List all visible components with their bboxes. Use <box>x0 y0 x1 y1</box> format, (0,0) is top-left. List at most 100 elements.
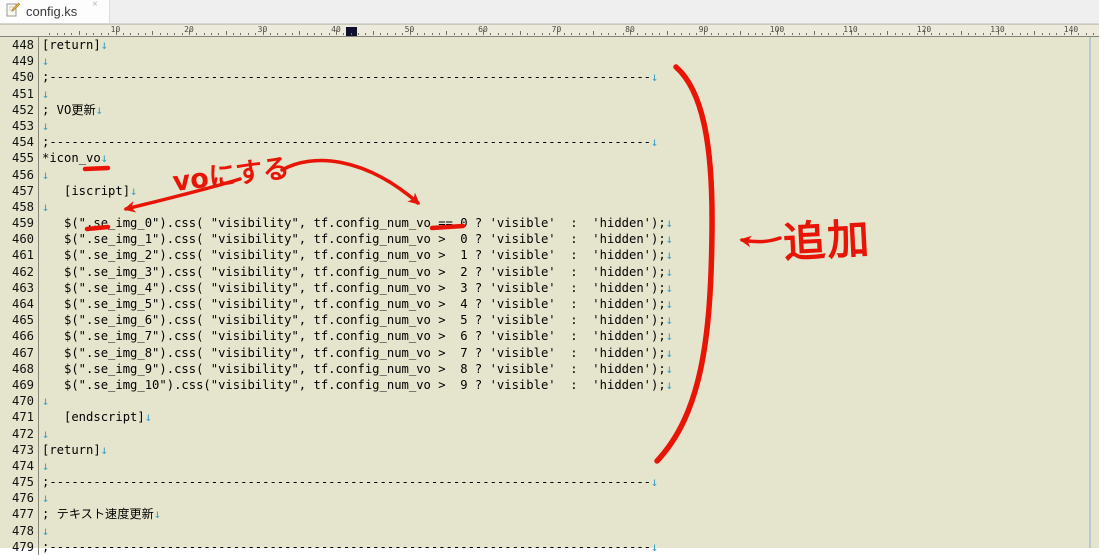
line-number: 473 <box>0 441 39 458</box>
code-line[interactable]: 450 ;------------------------------------… <box>0 69 1099 86</box>
code-line[interactable]: 448 [return] ↓ <box>0 37 1099 54</box>
code-text: $(".se_img_6").css( "visibility", tf.con… <box>42 313 666 328</box>
code-line[interactable]: 469 $(".se_img_10").css("visibility", tf… <box>0 376 1099 394</box>
ruler-tick <box>578 33 580 35</box>
code-line[interactable]: 466 $(".se_img_7").css( "visibility", tf… <box>0 328 1099 345</box>
ruler-tick <box>1034 31 1036 35</box>
code-line[interactable]: 452; VO更新 ↓ <box>0 101 1099 118</box>
code-text: $(".se_img_0").css( "visibility", tf.con… <box>42 216 666 231</box>
code-line[interactable]: 465 $(".se_img_6").css( "visibility", tf… <box>0 312 1099 329</box>
line-number: 465 <box>0 312 39 329</box>
code-line[interactable]: 474 ↓ <box>0 457 1099 475</box>
tab-close-icon[interactable]: × <box>92 0 98 10</box>
line-break-icon: ↓ <box>42 86 50 101</box>
ruler-tick <box>872 33 874 35</box>
ruler-tick <box>166 33 168 35</box>
code-line[interactable]: 479 ;------------------------------------… <box>0 538 1099 555</box>
code-line[interactable]: 464 $(".se_img_5").css( "visibility", tf… <box>0 296 1099 313</box>
ruler-tick <box>468 33 470 35</box>
ruler-tick <box>659 33 661 35</box>
code-line[interactable]: 451 ↓ <box>0 85 1099 102</box>
ruler-tick <box>78 31 80 35</box>
line-break-icon: ↓ <box>651 475 659 490</box>
ruler-tick <box>1041 33 1043 35</box>
ruler-tick <box>108 33 110 35</box>
code-line[interactable]: 449 ↓ <box>0 53 1099 70</box>
ruler-tick <box>857 33 859 35</box>
code-line[interactable]: 472 ↓ <box>0 425 1099 442</box>
code-text: $(".se_img_2").css( "visibility", tf.con… <box>42 248 666 263</box>
editor-area[interactable]: 448 [return] ↓ 449 ↓ 450 ;--------------------… <box>0 37 1099 555</box>
tab-config-ks[interactable]: config.ks × <box>0 0 110 23</box>
code-line[interactable]: 461 $(".se_img_2").css( "visibility", tf… <box>0 247 1099 264</box>
line-number: 463 <box>0 279 39 296</box>
line-break-icon: ↓ <box>665 264 674 279</box>
ruler-tick <box>1085 33 1087 35</box>
ruler-tick <box>1012 33 1014 35</box>
ruler-label: 100 <box>769 25 785 34</box>
ruler-tick <box>563 33 565 35</box>
line-number: 453 <box>0 117 39 135</box>
line-break-icon: ↓ <box>144 410 153 425</box>
line-break-icon: ↓ <box>665 329 674 344</box>
code-line[interactable]: 473 [return] ↓ <box>0 441 1099 458</box>
ruler-tick <box>255 33 257 35</box>
code-line[interactable]: 458 ↓ <box>0 198 1099 216</box>
line-break-icon: ↓ <box>665 216 674 231</box>
line-break-icon: ↓ <box>42 458 50 473</box>
ruler-tick <box>93 33 95 35</box>
code-line[interactable]: 470 ↓ <box>0 393 1099 410</box>
code-text: ;---------------------------------------… <box>42 70 652 85</box>
code-line[interactable]: 463 $(".se_img_4").css( "visibility", tf… <box>0 279 1099 296</box>
code-line[interactable]: 475 ;------------------------------------… <box>0 474 1099 491</box>
line-break-icon: ↓ <box>665 232 674 247</box>
ruler-tick <box>56 33 58 35</box>
ruler-tick <box>372 31 374 35</box>
line-break-icon: ↓ <box>42 199 50 214</box>
code-line[interactable]: 459 $(".se_img_0").css( "visibility", tf… <box>0 215 1099 232</box>
ruler-tick <box>813 31 815 35</box>
code-line[interactable]: 456 ↓ <box>0 166 1099 183</box>
tab-label: config.ks <box>26 4 78 19</box>
ruler-tick <box>865 33 867 35</box>
code-line[interactable]: 471 [endscript] ↓ <box>0 409 1099 426</box>
ruler-tick <box>835 33 837 35</box>
ruler-tick <box>152 31 154 35</box>
code-line[interactable]: 455 *icon_vo ↓ <box>0 150 1099 167</box>
ruler-label: 50 <box>404 25 415 34</box>
code-line[interactable]: 467 $(".se_img_8").css( "visibility", tf… <box>0 344 1099 361</box>
ruler-tick <box>909 33 911 35</box>
code-text: $(".se_img_4").css( "visibility", tf.con… <box>42 280 666 295</box>
code-line[interactable]: 468 $(".se_img_9").css( "visibility", tf… <box>0 360 1099 377</box>
ruler-label: 10 <box>110 25 121 34</box>
ruler-tick <box>211 33 213 35</box>
line-number: 456 <box>0 166 39 183</box>
line-number: 475 <box>0 474 39 491</box>
ruler-tick <box>710 33 712 35</box>
line-break-icon: ↓ <box>42 394 50 409</box>
code-line[interactable]: 457 [iscript] ↓ <box>0 182 1099 199</box>
code-line[interactable]: 476 ↓ <box>0 490 1099 507</box>
code-line[interactable]: 477; テキスト速度更新 ↓ <box>0 506 1099 523</box>
ruler-tick <box>343 33 345 35</box>
code-line[interactable]: 462 $(".se_img_3").css( "visibility", tf… <box>0 263 1099 280</box>
line-break-icon: ↓ <box>153 507 162 522</box>
line-break-icon: ↓ <box>42 118 50 133</box>
code-text: ; VO更新 <box>42 102 96 117</box>
line-number: 451 <box>0 85 39 102</box>
code-line[interactable]: 478 ↓ <box>0 522 1099 539</box>
ruler-tick <box>968 33 970 35</box>
line-number: 470 <box>0 393 39 410</box>
ruler-tick <box>637 33 639 35</box>
ruler-tick <box>181 33 183 35</box>
ruler-tick <box>799 33 801 35</box>
ruler-tick <box>960 31 962 35</box>
code-line[interactable]: 454 ;------------------------------------… <box>0 134 1099 151</box>
ruler-label: 60 <box>478 25 488 34</box>
ruler-tick <box>938 33 940 35</box>
ruler-tick <box>754 33 756 35</box>
code-line[interactable]: 453 ↓ <box>0 117 1099 135</box>
line-break-icon: ↓ <box>651 135 659 150</box>
line-break-icon: ↓ <box>665 377 674 392</box>
code-line[interactable]: 460 $(".se_img_1").css( "visibility", tf… <box>0 231 1099 248</box>
